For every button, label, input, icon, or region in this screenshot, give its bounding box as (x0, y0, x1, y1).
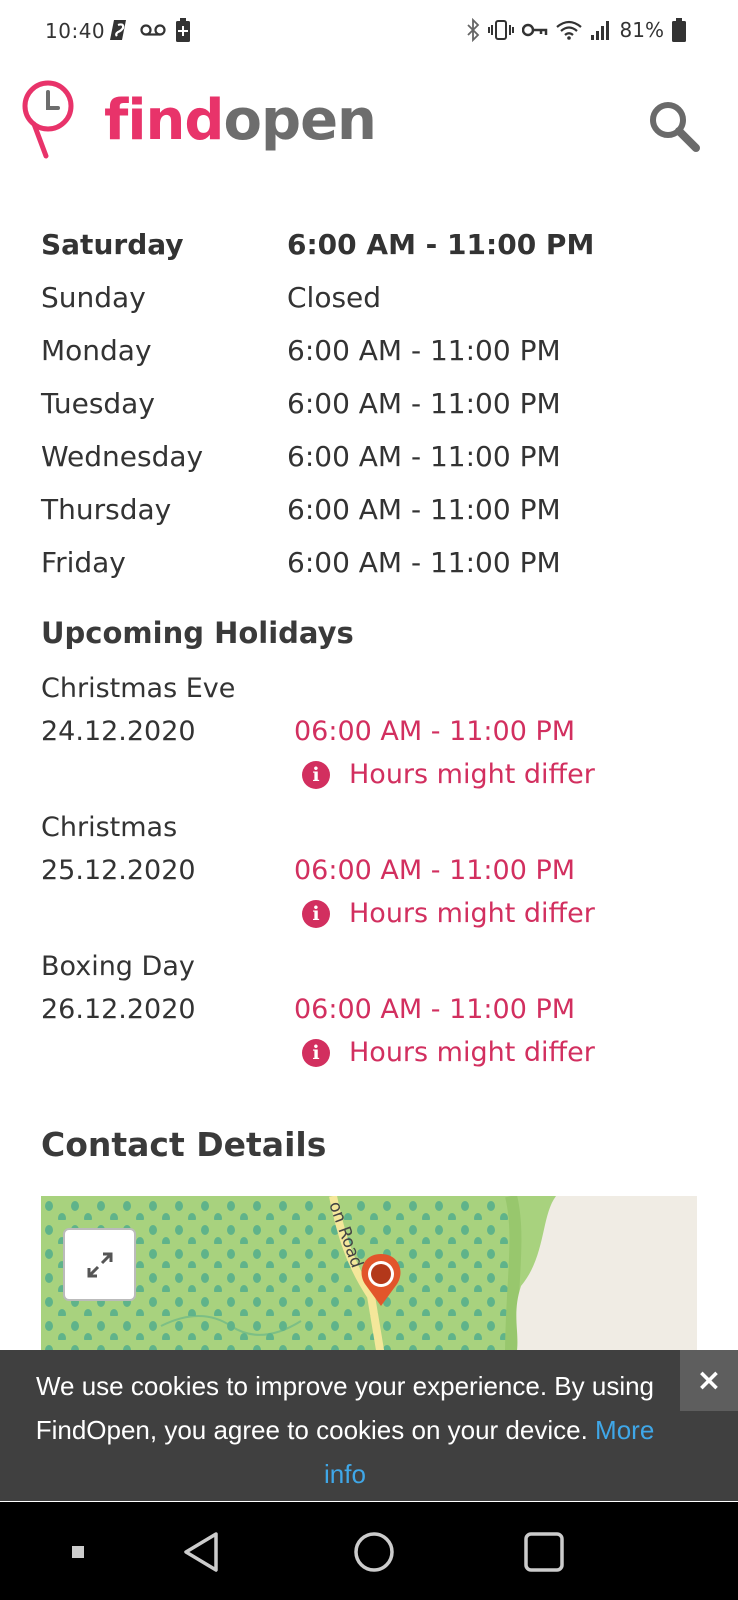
nav-recents-button[interactable] (520, 1528, 568, 1576)
contact-details-heading: Contact Details (41, 1125, 327, 1164)
holiday-date: 26.12.2020 (41, 994, 196, 1025)
back-icon (184, 1532, 218, 1572)
home-icon (354, 1532, 394, 1572)
holiday-note: Hours might differ (349, 898, 595, 929)
holiday-item: Christmas Eve 24.12.2020 06:00 AM - 11:00 … (41, 668, 701, 796)
hours-row: Tuesday 6:00 AM - 11:00 PM (41, 377, 701, 430)
findopen-logo[interactable]: findopen (20, 78, 377, 164)
hours-time: 6:00 AM - 11:00 PM (287, 440, 561, 473)
status-bar: 10:40 81% (0, 0, 738, 62)
android-nav-bar (0, 1502, 738, 1600)
search-button[interactable] (644, 96, 704, 156)
location-map[interactable]: on Road (41, 1196, 697, 1356)
hours-row: Saturday 6:00 AM - 11:00 PM (41, 218, 701, 271)
map-expand-button[interactable] (63, 1228, 136, 1301)
search-icon (650, 102, 700, 152)
hours-row: Sunday Closed (41, 271, 701, 324)
hours-time: 6:00 AM - 11:00 PM (287, 546, 561, 579)
holiday-note: Hours might differ (349, 1037, 595, 1068)
hours-day: Saturday (41, 228, 184, 261)
voicemail-icon (140, 16, 166, 44)
battery-icon (672, 16, 686, 44)
s-app-icon (110, 16, 130, 44)
hours-day: Monday (41, 334, 152, 367)
battery-saver-icon (176, 16, 190, 44)
hours-time: 6:00 AM - 11:00 PM (287, 228, 595, 261)
holiday-name: Christmas (41, 812, 178, 843)
vibrate-icon (487, 16, 514, 44)
holiday-name: Boxing Day (41, 951, 195, 982)
holiday-note: Hours might differ (349, 759, 595, 790)
hours-row: Friday 6:00 AM - 11:00 PM (41, 536, 701, 589)
bluetooth-icon (466, 16, 480, 44)
status-time: 10:40 (45, 19, 106, 43)
info-icon: i (302, 899, 330, 928)
hours-day: Tuesday (41, 387, 155, 420)
holiday-date: 25.12.2020 (41, 855, 196, 886)
cookie-banner: We use cookies to improve your experienc… (0, 1350, 738, 1501)
opening-hours-table: Saturday 6:00 AM - 11:00 PM Sunday Closed Mo… (41, 218, 701, 589)
cookie-message: We use cookies to improve your experienc… (35, 1371, 655, 1445)
small-square-icon (72, 1546, 84, 1558)
nav-back-button[interactable] (178, 1528, 226, 1576)
hours-time: 6:00 AM - 11:00 PM (287, 493, 561, 526)
holiday-item: Christmas 25.12.2020 06:00 AM - 11:00 PM i H… (41, 807, 701, 935)
holiday-time: 06:00 AM - 11:00 PM (294, 994, 576, 1025)
nav-home-button[interactable] (350, 1528, 398, 1576)
holiday-name: Christmas Eve (41, 673, 236, 704)
holiday-item: Boxing Day 26.12.2020 06:00 AM - 11:00 PM i… (41, 946, 701, 1074)
hours-row: Wednesday 6:00 AM - 11:00 PM (41, 430, 701, 483)
hours-time: 6:00 AM - 11:00 PM (287, 334, 561, 367)
app-header: findopen (0, 62, 738, 182)
hours-day: Sunday (41, 281, 146, 314)
wifi-icon (555, 16, 582, 44)
holiday-date: 24.12.2020 (41, 716, 196, 747)
hours-time: Closed (287, 281, 382, 314)
hours-day: Thursday (41, 493, 172, 526)
hours-time: 6:00 AM - 11:00 PM (287, 387, 561, 420)
holiday-time: 06:00 AM - 11:00 PM (294, 716, 576, 747)
recents-icon (524, 1532, 564, 1572)
holidays-heading: Upcoming Holidays (41, 616, 354, 650)
battery-percent: 81% (619, 18, 664, 42)
info-icon: i (302, 1038, 330, 1067)
logo-find-text: find (104, 88, 225, 153)
holiday-time: 06:00 AM - 11:00 PM (294, 855, 576, 886)
hours-day: Wednesday (41, 440, 204, 473)
hours-day: Friday (41, 546, 126, 579)
signal-icon (590, 16, 612, 44)
cookie-close-button[interactable]: × (680, 1350, 738, 1411)
hours-row: Thursday 6:00 AM - 11:00 PM (41, 483, 701, 536)
vpn-key-icon (521, 16, 548, 44)
nav-dot-button[interactable] (54, 1528, 102, 1576)
hours-row: Monday 6:00 AM - 11:00 PM (41, 324, 701, 377)
close-icon: × (696, 1363, 722, 1398)
map-tiles: on Road (41, 1196, 697, 1356)
expand-icon (87, 1252, 112, 1277)
logo-open-text: open (223, 88, 377, 153)
info-icon: i (302, 760, 330, 789)
clock-pin-icon (20, 78, 76, 164)
